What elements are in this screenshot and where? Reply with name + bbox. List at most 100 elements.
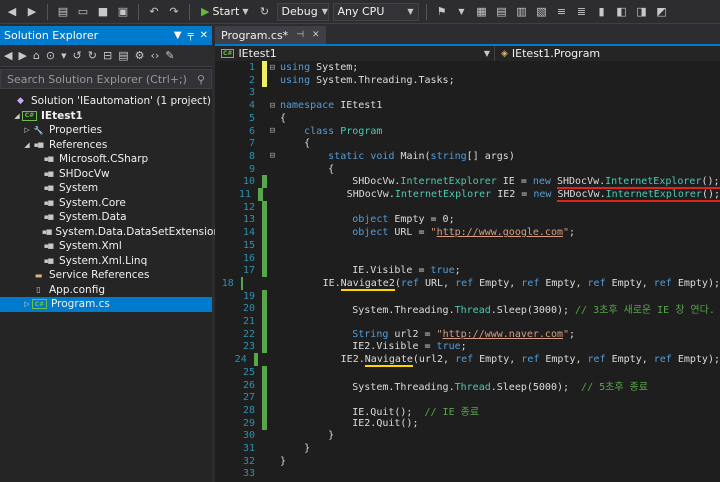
code-text[interactable]: class Program [278, 126, 382, 137]
code-text[interactable]: String url2 = "http://www.naver.com"; [278, 329, 575, 340]
code-line[interactable]: 14 object URL = "http://www.google.com"; [215, 226, 720, 240]
code-text[interactable]: static void Main(string[] args) [278, 151, 515, 162]
code-line[interactable]: 15 [215, 238, 720, 252]
code-text[interactable]: using System; [278, 62, 358, 73]
expand-icon[interactable]: ◢ [12, 112, 22, 120]
code-line[interactable]: 20 System.Threading.Thread.Sleep(3000); … [215, 302, 720, 316]
bookmark-next-icon[interactable]: ◨ [634, 4, 650, 20]
tree-item-reference[interactable]: ▪■ SHDocVw [0, 167, 212, 182]
close-icon[interactable]: ✕ [200, 30, 208, 41]
sync-icon[interactable]: ⊙ [46, 49, 55, 62]
collapse-icon[interactable]: ▷ [22, 126, 32, 134]
save-icon[interactable]: ■ [95, 4, 111, 20]
collapse-region-icon[interactable]: ⊟ [267, 126, 278, 136]
bookmark-clear-icon[interactable]: ◩ [654, 4, 670, 20]
tree-item-reference[interactable]: ▪■ Microsoft.CSharp [0, 152, 212, 167]
pin-icon[interactable]: ╤ [188, 30, 194, 41]
collapse-all-icon[interactable]: ⊟ [103, 49, 112, 62]
code-text[interactable]: object URL = "http://www.google.com"; [278, 227, 575, 238]
code-text[interactable]: SHDocVw.InternetExplorer IE = new SHDocV… [278, 176, 720, 190]
code-line[interactable]: 7 { [215, 137, 720, 150]
pin-icon[interactable]: ⊣ [296, 30, 304, 40]
expand-icon[interactable]: ◢ [22, 141, 32, 149]
chevron-down-icon[interactable]: ▼ [61, 52, 66, 60]
code-line[interactable]: 18 IE.Navigate2(ref URL, ref Empty, ref … [215, 276, 720, 291]
code-text[interactable]: IE.Visible = true; [278, 265, 460, 276]
find-icon[interactable]: ⚑ [434, 4, 450, 20]
save-all-icon[interactable]: ▣ [115, 4, 131, 20]
toolbar-icon-b[interactable]: ▤ [494, 4, 510, 20]
toolbar-icon-d[interactable]: ▧ [534, 4, 550, 20]
settings-icon[interactable]: ✎ [165, 49, 174, 62]
uncomment-icon[interactable]: ≣ [574, 4, 590, 20]
code-text[interactable]: using System.Threading.Tasks; [278, 75, 455, 86]
tree-item-reference[interactable]: ▪■ System.Core [0, 196, 212, 211]
back-icon[interactable]: ◀ [4, 49, 12, 62]
class-dropdown[interactable]: ◈ IEtest1.Program [495, 46, 720, 61]
code-text[interactable]: { [278, 138, 310, 149]
tree-item-reference[interactable]: ▪■ System.Xml.Linq [0, 254, 212, 269]
tree-item-properties[interactable]: ▷ 🔧 Properties [0, 123, 212, 138]
code-line[interactable]: 3 [215, 86, 720, 99]
code-line[interactable]: 23 IE2.Visible = true; [215, 340, 720, 354]
code-line[interactable]: 9 { [215, 163, 720, 176]
toolbar-icon-a[interactable]: ▦ [474, 4, 490, 20]
code-line[interactable]: 2 using System.Threading.Tasks; [215, 73, 720, 87]
properties-icon[interactable]: ⚙ [135, 49, 145, 62]
code-line[interactable]: 31 } [215, 442, 720, 455]
tree-item-reference[interactable]: ▪■ System.Data.DataSetExtensions [0, 225, 226, 240]
history-icon[interactable]: ↺ [73, 49, 82, 62]
bookmark-icon[interactable]: ▮ [594, 4, 610, 20]
code-text[interactable]: object Empty = 0; [278, 214, 454, 225]
code-area[interactable]: 1 ⊟ using System; 2 using System.Threading.T… [215, 61, 720, 482]
code-text[interactable]: IE2.Navigate(url2, ref Empty, ref Empty,… [266, 354, 720, 368]
refresh-icon[interactable]: ↻ [257, 4, 273, 20]
toolbar-icon-c[interactable]: ▥ [514, 4, 530, 20]
code-text[interactable]: } [278, 443, 310, 454]
show-all-files-icon[interactable]: ▤ [118, 49, 128, 62]
undo-icon[interactable]: ↶ [146, 4, 162, 20]
code-line[interactable]: 12 [215, 200, 720, 214]
code-line[interactable]: 13 object Empty = 0; [215, 213, 720, 227]
code-line[interactable]: 8 ⊟ static void Main(string[] args) [215, 150, 720, 163]
start-button[interactable]: ▶ Start ▼ [197, 5, 253, 18]
code-line[interactable]: 30 } [215, 429, 720, 442]
code-line[interactable]: 29 IE2.Quit(); [215, 416, 720, 430]
code-line[interactable]: 17 IE.Visible = true; [215, 264, 720, 278]
collapse-region-icon[interactable]: ⊟ [267, 101, 278, 111]
collapse-icon[interactable]: ▷ [22, 300, 32, 308]
redo-icon[interactable]: ↷ [166, 4, 182, 20]
tree-item-project[interactable]: ◢ C# IEtest1 [0, 109, 212, 124]
code-text[interactable]: IE2.Quit(); [278, 418, 418, 429]
code-line[interactable]: 24 IE2.Navigate(url2, ref Empty, ref Emp… [215, 353, 720, 368]
code-line[interactable]: 10 SHDocVw.InternetExplorer IE = new SHD… [215, 175, 720, 190]
home-icon[interactable]: ⌂ [33, 49, 40, 62]
code-icon[interactable]: ‹› [150, 49, 159, 62]
platform-dropdown[interactable]: Any CPU ▼ [332, 2, 419, 21]
search-icon[interactable]: ⚲ [197, 73, 205, 86]
project-dropdown[interactable]: C# IEtest1 ▼ [215, 46, 495, 61]
code-line[interactable]: 11 SHDocVw.InternetExplorer IE2 = new SH… [215, 188, 720, 202]
tree-item-reference[interactable]: ▪■ System [0, 181, 212, 196]
code-line[interactable]: 4 ⊟ namespace IEtest1 [215, 99, 720, 112]
open-file-icon[interactable]: ▭ [75, 4, 91, 20]
code-line[interactable]: 1 ⊟ using System; [215, 61, 720, 74]
collapse-region-icon[interactable]: ⊟ [267, 63, 278, 73]
tree-item-reference[interactable]: ▪■ System.Xml [0, 239, 212, 254]
code-line[interactable]: 33 [215, 467, 720, 480]
close-icon[interactable]: ✕ [312, 30, 320, 40]
tree-item-solution[interactable]: ◆ Solution 'IEautomation' (1 project) [0, 94, 212, 109]
tab-program-cs[interactable]: Program.cs* ⊣ ✕ [215, 26, 326, 44]
bookmark-prev-icon[interactable]: ◧ [614, 4, 630, 20]
code-text[interactable]: } [278, 456, 286, 467]
code-line[interactable]: 26 System.Threading.Thread.Sleep(5000); … [215, 378, 720, 393]
chevron-down-icon[interactable]: ▼ [454, 4, 470, 20]
code-line[interactable]: 21 [215, 315, 720, 328]
forward-icon[interactable]: ▶ [24, 4, 40, 20]
comment-out-icon[interactable]: ≡ [554, 4, 570, 20]
code-line[interactable]: 22 String url2 = "http://www.naver.com"; [215, 327, 720, 341]
code-text[interactable]: } [278, 430, 334, 441]
forward-icon[interactable]: ▶ [18, 49, 26, 62]
back-icon[interactable]: ◀ [4, 4, 20, 20]
tree-item-reference[interactable]: ▪■ System.Data [0, 210, 212, 225]
